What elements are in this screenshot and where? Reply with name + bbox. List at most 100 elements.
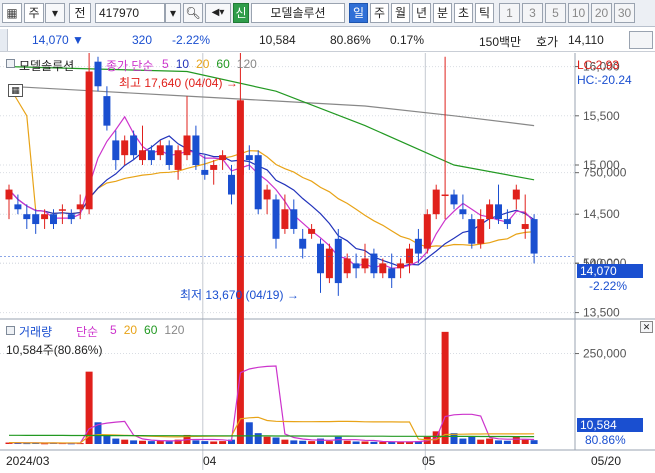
ask-price: 14,110	[568, 33, 604, 47]
current-volume-pct: 80.86%	[585, 433, 626, 447]
search-icon[interactable]: 🔍︎	[183, 3, 203, 23]
period-tab-3[interactable]: 년	[412, 3, 431, 23]
candle-body	[32, 214, 40, 225]
candle-body	[14, 204, 22, 210]
volume-bar	[308, 441, 316, 444]
prefix-label[interactable]: 전	[69, 3, 91, 23]
candle-body	[254, 155, 262, 210]
candle-body	[41, 214, 49, 220]
interval-tab-10[interactable]: 10	[568, 3, 589, 23]
ma-period-60: 60	[216, 57, 230, 71]
market-select[interactable]: 주	[24, 3, 44, 23]
candle-body	[299, 238, 307, 249]
candle-body	[503, 219, 511, 225]
candle-body	[67, 214, 75, 220]
volume-panel-collapse-icon[interactable]	[6, 326, 15, 335]
ma-period-list: 5 10 20 60 120	[162, 57, 264, 71]
candle-body	[174, 150, 182, 170]
candle-body	[361, 258, 369, 269]
candle-body	[397, 263, 405, 269]
sound-icon[interactable]: ◀▾	[205, 3, 231, 23]
candle-body	[450, 194, 458, 205]
candle-body	[50, 214, 57, 225]
period-tab-5[interactable]: 초	[454, 3, 473, 23]
candle-body	[103, 96, 111, 126]
code-dropdown-icon[interactable]: ▾	[165, 3, 181, 23]
volume-bar	[468, 436, 476, 444]
period-tab-2[interactable]: 월	[391, 3, 410, 23]
quote-scroll-button[interactable]	[629, 31, 653, 49]
candlestick-chart[interactable]: 13,50014,00014,50015,00015,50016,00016,5…	[0, 0, 655, 470]
ma-period-20: 20	[196, 57, 210, 71]
trade-amount: 150백만	[479, 35, 522, 49]
interval-tab-5[interactable]: 5	[545, 3, 566, 23]
period-tab-4[interactable]: 분	[433, 3, 452, 23]
ask-label: 호가	[536, 35, 559, 49]
volume-bar	[290, 440, 298, 444]
x-label-apr: 04	[203, 454, 217, 468]
volume-ma-period-60: 60	[144, 323, 158, 337]
candle-body	[432, 189, 440, 215]
volume-bar	[165, 441, 173, 444]
quote-handle[interactable]	[0, 29, 8, 51]
price-tick-label: 14,500	[583, 207, 620, 221]
candle-body	[156, 145, 164, 156]
close-panel-icon[interactable]: ✕	[640, 321, 653, 333]
interval-tab-1[interactable]: 1	[499, 3, 520, 23]
candle-body	[388, 268, 396, 279]
candle-body	[406, 248, 413, 264]
candle-body	[290, 209, 298, 229]
volume-ratio: 80.86%	[330, 33, 371, 47]
candle-body	[85, 71, 93, 210]
candle-body	[139, 150, 146, 161]
candle-body	[219, 155, 227, 161]
candle-body	[165, 145, 173, 165]
x-label-start: 2024/03	[6, 454, 50, 468]
volume-bar	[192, 440, 200, 444]
volume-bar	[441, 331, 449, 444]
volume-bar	[477, 439, 485, 444]
candle-body	[530, 219, 538, 254]
new-badge: 신	[233, 3, 249, 23]
volume-bar	[254, 433, 262, 444]
interval-tab-30[interactable]: 30	[614, 3, 635, 23]
candle-body	[147, 150, 155, 161]
chart-area: 13,50014,00014,50015,00015,50016,00016,5…	[0, 0, 655, 470]
candle-body	[281, 209, 289, 229]
ma-period-5: 5	[162, 57, 169, 71]
volume-bar	[370, 441, 378, 444]
candle-body	[414, 238, 422, 254]
stock-code-input[interactable]: 417970	[95, 3, 165, 23]
volume-bar	[245, 422, 253, 444]
market-dropdown-icon[interactable]: ▾	[45, 3, 65, 23]
grid-menu-icon[interactable]: ▦	[2, 3, 22, 23]
volume-bar	[486, 438, 494, 444]
candle-body	[5, 189, 13, 200]
stock-name[interactable]: 모델솔루션	[251, 3, 345, 23]
table-view-icon[interactable]: ▦	[8, 84, 23, 97]
volume-bar	[121, 439, 129, 444]
quote-bar: 14,070 ▼ 320 -2.22% 10,584 80.86% 0.17% …	[0, 28, 655, 52]
period-tab-6[interactable]: 틱	[475, 3, 494, 23]
volume-info: 10,584주(80.86%)	[6, 343, 103, 357]
low-annotation: 최저 13,670 (04/19) →	[180, 288, 299, 302]
candle-body	[379, 263, 387, 274]
period-tab-0[interactable]: 일	[349, 3, 368, 23]
volume-bar	[459, 438, 467, 444]
candle-body	[317, 243, 324, 274]
candle-body	[58, 209, 66, 211]
x-label-end: 05/20	[591, 454, 622, 468]
volume-ma-period-5: 5	[110, 323, 117, 337]
interval-tab-20[interactable]: 20	[591, 3, 612, 23]
volume-ma-period-20: 20	[123, 323, 138, 337]
period-tab-1[interactable]: 주	[370, 3, 389, 23]
volume-bar	[210, 441, 218, 444]
interval-tab-3[interactable]: 3	[522, 3, 543, 23]
candle-body	[325, 248, 333, 279]
volume-bar	[139, 440, 146, 444]
volume-bar	[263, 436, 271, 444]
candle-body	[23, 214, 31, 220]
volume-bar	[272, 437, 280, 444]
volume-bar	[201, 441, 209, 444]
panel-collapse-icon[interactable]	[6, 59, 15, 68]
